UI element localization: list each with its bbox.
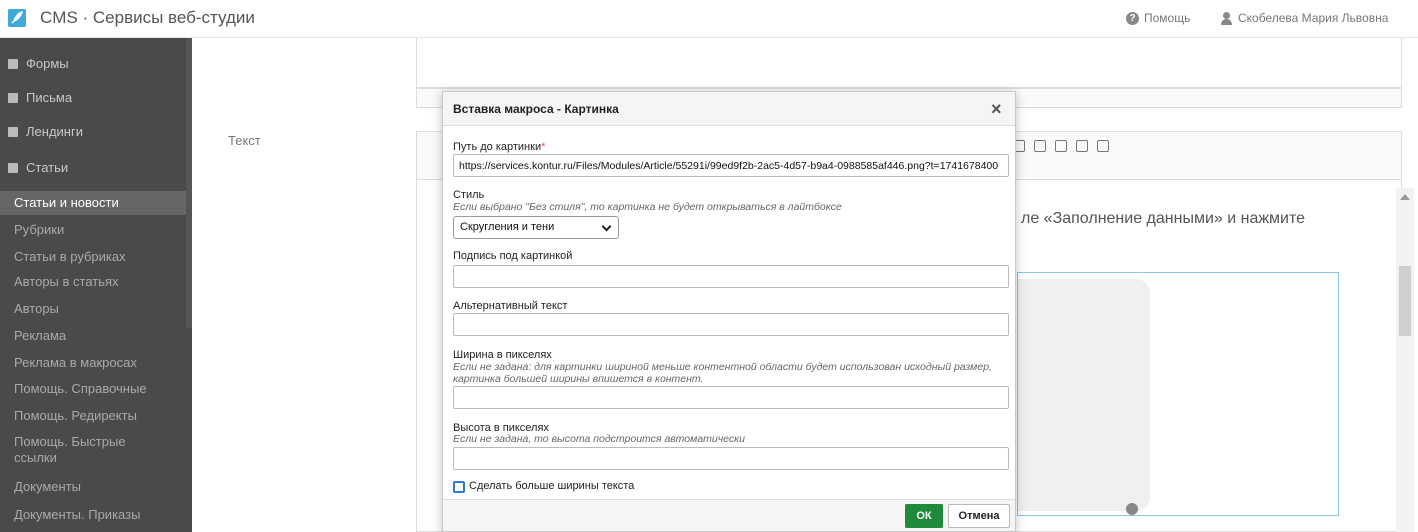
style-label: Стиль bbox=[453, 189, 485, 201]
sidebar-item-help-redirects[interactable]: Помощь. Редиректы bbox=[0, 404, 186, 428]
image-preview bbox=[1018, 279, 1150, 515]
sidebar-item-authors-in-articles[interactable]: Авторы в статьях bbox=[0, 270, 186, 294]
help-label: Помощь bbox=[1144, 11, 1191, 25]
style-hint: Если выбрано "Без стиля", то картинка не… bbox=[453, 201, 842, 213]
form-icon bbox=[8, 58, 18, 69]
cancel-button[interactable]: Отмена bbox=[948, 504, 1010, 528]
sidebar-section-label: Формы bbox=[26, 56, 69, 71]
editor-scrollbar[interactable] bbox=[1396, 188, 1414, 532]
user-menu[interactable]: Скобелева Мария Львовна bbox=[1220, 11, 1388, 25]
previous-field-editor[interactable] bbox=[416, 38, 1402, 88]
ok-button[interactable]: ОК bbox=[905, 504, 943, 528]
insert-image-macro-dialog: Вставка макроса - Картинка × Путь до кар… bbox=[442, 91, 1016, 532]
style-select[interactable]: Скругления и тени bbox=[453, 216, 619, 239]
scroll-up-arrow-icon[interactable] bbox=[1400, 194, 1410, 200]
image-path-label: Путь до картинки* bbox=[453, 141, 545, 153]
sidebar-item-help-quick-links[interactable]: Помощь. Быстрые ссылки bbox=[0, 433, 170, 467]
caption-input[interactable] bbox=[453, 265, 1009, 288]
sidebar-section-letters[interactable]: Письма bbox=[8, 90, 72, 105]
alt-text-label: Альтернативный текст bbox=[453, 300, 568, 312]
width-hint: Если не задана: для картинки шириной мен… bbox=[453, 361, 992, 385]
image-path-label-text: Путь до картинки bbox=[453, 141, 542, 153]
sidebar-item-rubrics[interactable]: Рубрики bbox=[0, 218, 186, 242]
top-bar: CMS · Сервисы веб-студии ? Помощь Скобел… bbox=[0, 0, 1418, 38]
user-icon bbox=[1220, 11, 1233, 25]
embed-icon[interactable] bbox=[1076, 140, 1088, 152]
sidebar-section-label: Письма bbox=[26, 90, 73, 105]
help-dot-icon bbox=[1126, 503, 1138, 515]
editor-paragraph[interactable]: ле «Заполнение данными» и нажмите bbox=[1021, 210, 1305, 228]
text-field-label: Текст bbox=[228, 133, 261, 148]
image-icon[interactable] bbox=[1055, 140, 1067, 152]
chevron-down-icon bbox=[601, 221, 612, 232]
height-hint: Если не задана, то высота подстроится ав… bbox=[453, 433, 745, 445]
wider-than-text-checkbox[interactable] bbox=[453, 481, 465, 493]
width-input[interactable] bbox=[453, 386, 1009, 409]
sidebar-item-documents[interactable]: Документы bbox=[0, 475, 186, 499]
alt-text-input[interactable] bbox=[453, 313, 1009, 336]
feather-icon[interactable] bbox=[8, 9, 26, 27]
sidebar-section-label: Статьи bbox=[26, 160, 69, 175]
app-title[interactable]: CMS · Сервисы веб-студии bbox=[40, 8, 255, 28]
style-select-value: Скругления и тени bbox=[460, 221, 555, 233]
sidebar-section-forms[interactable]: Формы bbox=[8, 56, 69, 71]
sidebar-item-authors[interactable]: Авторы bbox=[0, 297, 186, 321]
caption-label: Подпись под картинкой bbox=[453, 250, 573, 262]
mail-icon bbox=[8, 92, 18, 103]
scroll-thumb[interactable] bbox=[1399, 266, 1411, 336]
link-icon[interactable] bbox=[1097, 140, 1109, 152]
dialog-footer: ОК Отмена bbox=[443, 499, 1015, 531]
required-marker: * bbox=[541, 141, 546, 153]
sidebar-section-landings[interactable]: Лендинги bbox=[8, 124, 83, 139]
filter-icon bbox=[8, 126, 18, 137]
width-label: Ширина в пикселях bbox=[453, 349, 552, 361]
sidebar-section-articles[interactable]: Статьи bbox=[8, 160, 68, 175]
dialog-title: Вставка макроса - Картинка bbox=[453, 102, 619, 116]
sidebar-item-ads-in-macros[interactable]: Реклама в макросах bbox=[0, 351, 186, 375]
question-circle-icon: ? bbox=[1126, 11, 1139, 25]
close-icon[interactable]: × bbox=[991, 99, 1002, 120]
sidebar-item-ads[interactable]: Реклама bbox=[0, 324, 186, 348]
help-link[interactable]: ? Помощь bbox=[1126, 11, 1190, 25]
wider-than-text-label[interactable]: Сделать больше ширины текста bbox=[469, 480, 634, 492]
sidebar-item-documents-orders[interactable]: Документы. Приказы bbox=[0, 503, 186, 527]
height-input[interactable] bbox=[453, 447, 1009, 470]
user-name: Скобелева Мария Львовна bbox=[1238, 11, 1389, 25]
editor-image[interactable] bbox=[1017, 272, 1339, 516]
image-path-input[interactable] bbox=[453, 154, 1009, 177]
sidebar-item-articles-in-rubrics[interactable]: Статьи в рубриках bbox=[0, 245, 186, 269]
sidebar-section-label: Лендинги bbox=[26, 124, 83, 139]
sidebar-item-articles-news[interactable]: Статьи и новости bbox=[0, 191, 186, 215]
article-icon bbox=[8, 162, 18, 173]
sidebar: Формы Письма Лендинги Статьи Статьи и но… bbox=[0, 38, 192, 532]
download-icon[interactable] bbox=[1034, 140, 1046, 152]
dialog-header: Вставка макроса - Картинка × bbox=[443, 92, 1015, 126]
sidebar-item-help-references[interactable]: Помощь. Справочные bbox=[0, 377, 186, 401]
